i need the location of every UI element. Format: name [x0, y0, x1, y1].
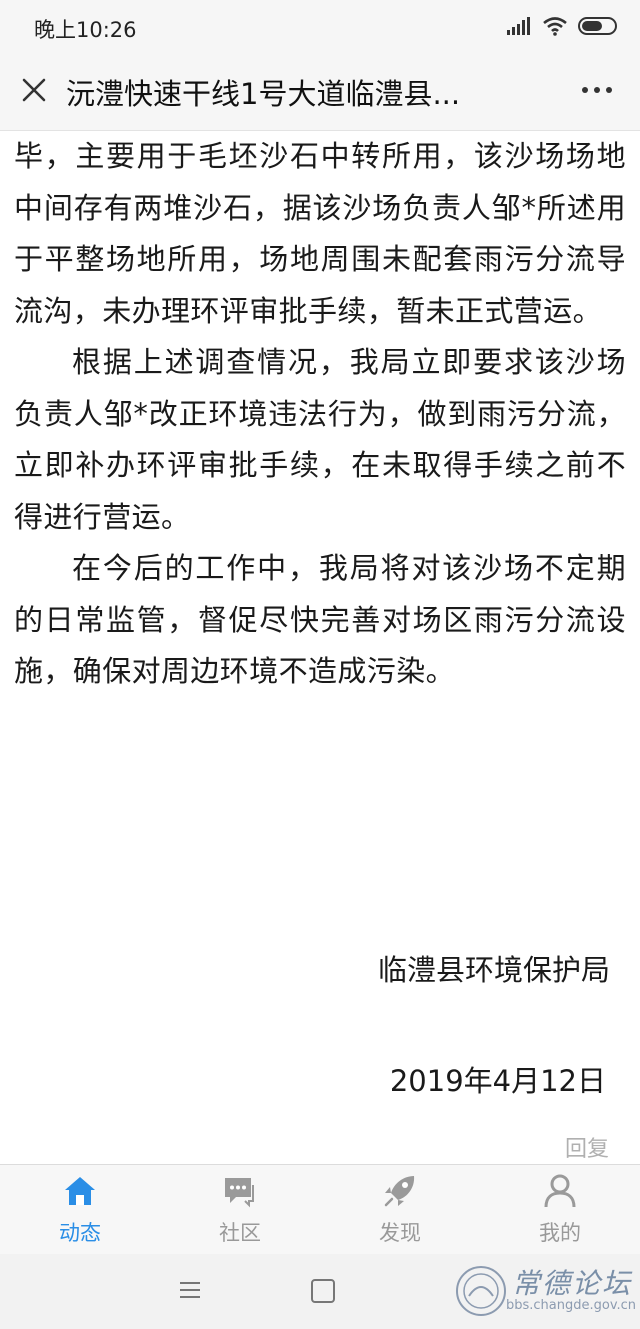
tab-dynamics[interactable]: 动态 — [0, 1165, 160, 1255]
close-icon[interactable] — [18, 74, 50, 106]
menu-icon[interactable] — [178, 1280, 202, 1300]
tab-community[interactable]: 社区 — [160, 1165, 320, 1255]
article-paragraph: 毕，主要用于毛坯沙石中转所用，该沙场场地中间存有两堆沙石，据该沙场负责人邹*所述… — [14, 139, 626, 328]
status-bar: 晚上10:26 — [0, 0, 640, 52]
status-time: 晚上10:26 — [34, 18, 137, 42]
bottom-tab-bar: 动态 社区 发现 我的 — [0, 1164, 640, 1255]
watermark-logo-icon — [456, 1266, 506, 1316]
watermark: 常德论坛 bbs.changde.gov.cn — [454, 1262, 636, 1322]
battery-toggle-icon — [578, 17, 617, 35]
title-bar: 沅澧快速干线1号大道临澧县... — [0, 52, 640, 131]
rocket-icon — [384, 1176, 415, 1207]
home-square-icon[interactable] — [311, 1279, 335, 1303]
status-icons — [506, 15, 618, 37]
page-title: 沅澧快速干线1号大道临澧县... — [66, 77, 461, 111]
tab-discover[interactable]: 发现 — [320, 1165, 480, 1255]
reply-button[interactable]: 回复 — [565, 1131, 609, 1163]
more-options-icon[interactable] — [580, 78, 614, 102]
tab-label: 动态 — [59, 1221, 101, 1245]
watermark-text: 常德论坛 — [512, 1267, 633, 1300]
signal-icon — [507, 17, 530, 35]
tab-label: 我的 — [539, 1221, 581, 1245]
article-paragraph: 在今后的工作中，我局将对该沙场不定期的日常监管，督促尽快完善对场区雨污分流设施，… — [14, 551, 626, 688]
article-paragraph: 根据上述调查情况，我局立即要求该沙场负责人邹*改正环境违法行为，做到雨污分流，立… — [14, 345, 626, 534]
watermark-url: bbs.changde.gov.cn — [506, 1298, 637, 1313]
tab-label: 发现 — [379, 1221, 421, 1245]
article-signature: 临澧县环境保护局 — [378, 953, 611, 987]
article-content: 毕，主要用于毛坯沙石中转所用，该沙场场地中间存有两堆沙石，据该沙场负责人邹*所述… — [0, 131, 640, 1164]
tab-label: 社区 — [219, 1221, 261, 1245]
user-icon — [544, 1174, 576, 1208]
wifi-icon — [543, 17, 567, 36]
article-date: 2019年4月12日 — [389, 1064, 606, 1098]
tab-me[interactable]: 我的 — [480, 1165, 640, 1255]
home-icon — [65, 1177, 95, 1205]
chat-bubble-icon — [225, 1178, 254, 1208]
